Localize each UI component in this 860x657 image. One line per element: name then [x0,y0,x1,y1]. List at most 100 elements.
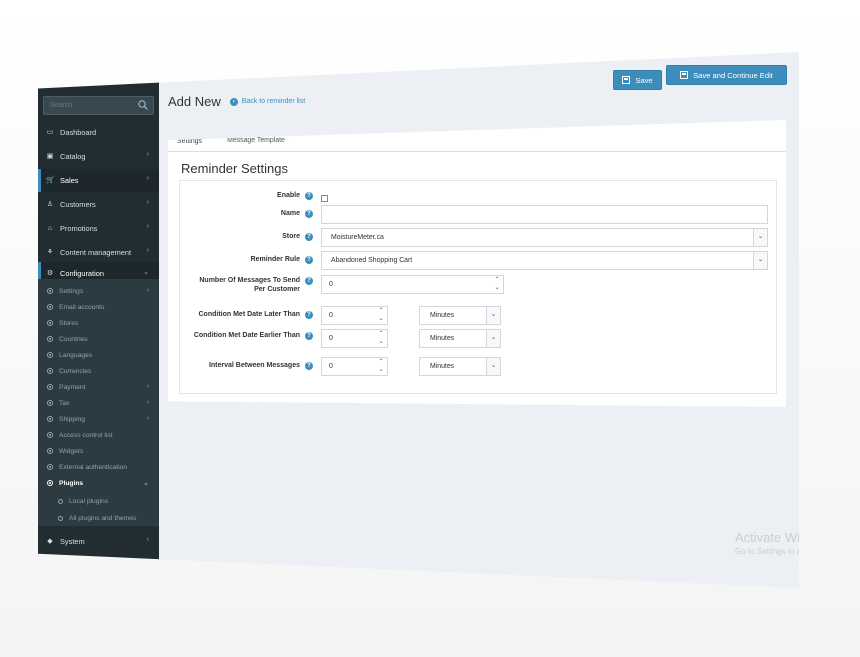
help-icon[interactable]: ? [305,311,313,319]
submenu-item-payment[interactable]: Payment ‹ [38,379,159,395]
earlier-than-unit-select[interactable]: Minutes ⌄ [419,329,501,348]
submenu-item-label: Countries [59,335,88,343]
reminder-rule-label: Reminder Rule [250,256,300,263]
submenu-item-countries[interactable]: Countries [38,331,159,347]
stepper-arrows-icon[interactable]: ⌃ ⌄ [375,358,387,375]
monitor-icon: ▭ [46,128,54,136]
tab-message-template[interactable]: Message Template [216,132,296,149]
back-link-label: Back to reminder list [241,98,306,105]
tab-settings-label: Settings [177,138,202,145]
circle-icon [47,416,53,422]
tab-bar: Settings Message Template [168,126,786,152]
messages-count-field[interactable]: 0 ⌃ ⌄ [321,275,504,294]
messages-count-value: 0 [329,281,333,288]
circle-outline-icon [58,515,63,521]
tab-settings[interactable]: Settings [168,132,211,149]
earlier-than-unit-value: Minutes [430,335,455,342]
help-icon[interactable]: ? [305,277,313,285]
later-than-unit-select[interactable]: Minutes ⌄ [419,306,501,325]
enable-checkbox[interactable] [321,195,328,202]
save-and-continue-button[interactable]: Save and Continue Edit [666,65,787,85]
sidebar-item-catalog[interactable]: ▣ Catalog ‹ [38,145,159,168]
sidebar-item-system[interactable]: ◆ System ‹ [38,530,159,553]
name-field[interactable] [321,205,768,224]
name-label: Name [280,210,300,217]
sidebar-item-dashboard[interactable]: ▭ Dashboard [38,121,159,144]
submenu-item-label: Widgets [59,447,84,455]
help-icon[interactable]: ? [305,233,313,241]
sitemap-icon: ⚘ [46,248,54,256]
later-than-unit-value: Minutes [430,312,455,319]
user-icon: ♙ [46,200,54,208]
circle-icon [47,432,53,438]
submenu-item-label: Plugins [59,479,84,487]
submenu-item-external-authentication[interactable]: External authentication [38,459,159,475]
submenu-item-tax[interactable]: Tax ‹ [38,395,159,411]
submenu-item-shipping[interactable]: Shipping ‹ [38,411,159,427]
chevron-down-icon[interactable]: ⌄ [486,307,500,324]
chevron-down-icon[interactable]: ⌄ [486,358,500,375]
configuration-submenu: Settings ‹ Email accounts Stores Countri… [38,279,159,526]
help-icon[interactable]: ? [305,192,313,200]
submenu-item-currencies[interactable]: Currencies [38,363,159,379]
chevron-down-icon[interactable]: ⌄ [753,229,767,246]
sidebar-search[interactable] [43,96,154,115]
search-icon[interactable] [137,99,149,111]
submenu-item-label: Tax [59,399,70,407]
circle-icon [47,336,53,342]
app-window: ▭ Dashboard ▣ Catalog ‹ 🛒 Sales ‹ ♙ Cust… [38,52,799,588]
submenu-item-settings[interactable]: Settings ‹ [38,283,159,299]
submenu-item-widgets[interactable]: Widgets [38,443,159,459]
interval-field[interactable]: 0 ⌃ ⌄ [321,357,388,376]
help-icon[interactable]: ? [305,332,313,340]
sidebar-item-label: Promotions [60,224,98,233]
stepper-arrows-icon[interactable]: ⌃ ⌄ [375,307,387,324]
sidebar-item-promotions[interactable]: ⌂ Promotions ‹ [38,217,159,240]
chevron-down-icon[interactable]: ⌄ [486,330,500,347]
sidebar-item-label: Customers [60,200,96,209]
sidebar-item-label: Content management [60,248,132,257]
help-icon[interactable]: ? [305,362,313,370]
search-input[interactable] [50,99,130,112]
stepper-arrows-icon[interactable]: ⌃ ⌄ [375,330,387,347]
chevron-down-icon[interactable]: ⌄ [753,252,767,269]
activate-windows-subtitle: Go to Settings to activate Windows. [735,547,799,556]
sidebar-item-content-management[interactable]: ⚘ Content management ‹ [38,241,159,264]
submenu-item-email-accounts[interactable]: Email accounts [38,299,159,315]
submenu-item-label: Settings [59,287,84,295]
chevron-left-icon: ‹ [146,175,149,182]
stepper-arrows-icon[interactable]: ⌃ ⌄ [491,276,503,293]
sidebar-item-sales[interactable]: 🛒 Sales ‹ [38,169,159,192]
store-select-value: MoistureMeter.ca [331,234,384,241]
save-button[interactable]: Save [613,70,662,90]
store-select[interactable]: MoistureMeter.ca ⌄ [321,228,768,247]
submenu-item-languages[interactable]: Languages [38,347,159,363]
later-than-label: Condition Met Date Later Than [198,311,301,318]
messages-count-label: Number Of Messages To Send Per Customer [199,277,300,293]
chevron-down-icon: ⌄ [143,480,149,487]
submenu-item-all-plugins-themes[interactable]: All plugins and themes [38,510,159,526]
arrow-left-circle-icon: ‹ [229,97,238,106]
tag-icon: ⌂ [47,224,53,232]
sidebar-item-customers[interactable]: ♙ Customers ‹ [38,193,159,216]
submenu-item-access-control-list[interactable]: Access control list [38,427,159,443]
circle-icon [47,400,53,406]
reminder-rule-select[interactable]: Abandoned Shopping Cart ⌄ [321,251,768,270]
circle-icon [47,368,53,374]
submenu-item-stores[interactable]: Stores [38,315,159,331]
later-than-field[interactable]: 0 ⌃ ⌄ [321,306,388,325]
back-to-reminder-list-link[interactable]: ‹ Back to reminder list [229,97,306,106]
circle-icon [47,464,53,470]
chevron-left-icon: ‹ [146,247,149,254]
earlier-than-field[interactable]: 0 ⌃ ⌄ [321,329,388,348]
cart-icon: 🛒 [46,176,55,184]
book-icon: ▣ [46,152,54,160]
submenu-item-plugins[interactable]: Plugins ⌄ [38,475,159,491]
earlier-than-label: Condition Met Date Earlier Than [193,332,300,339]
later-than-value: 0 [329,312,333,319]
interval-unit-select[interactable]: Minutes ⌄ [419,357,501,376]
submenu-item-local-plugins[interactable]: Local plugins [38,493,159,509]
help-icon[interactable]: ? [305,256,313,264]
chevron-left-icon: ‹ [146,151,149,158]
help-icon[interactable]: ? [305,210,313,218]
